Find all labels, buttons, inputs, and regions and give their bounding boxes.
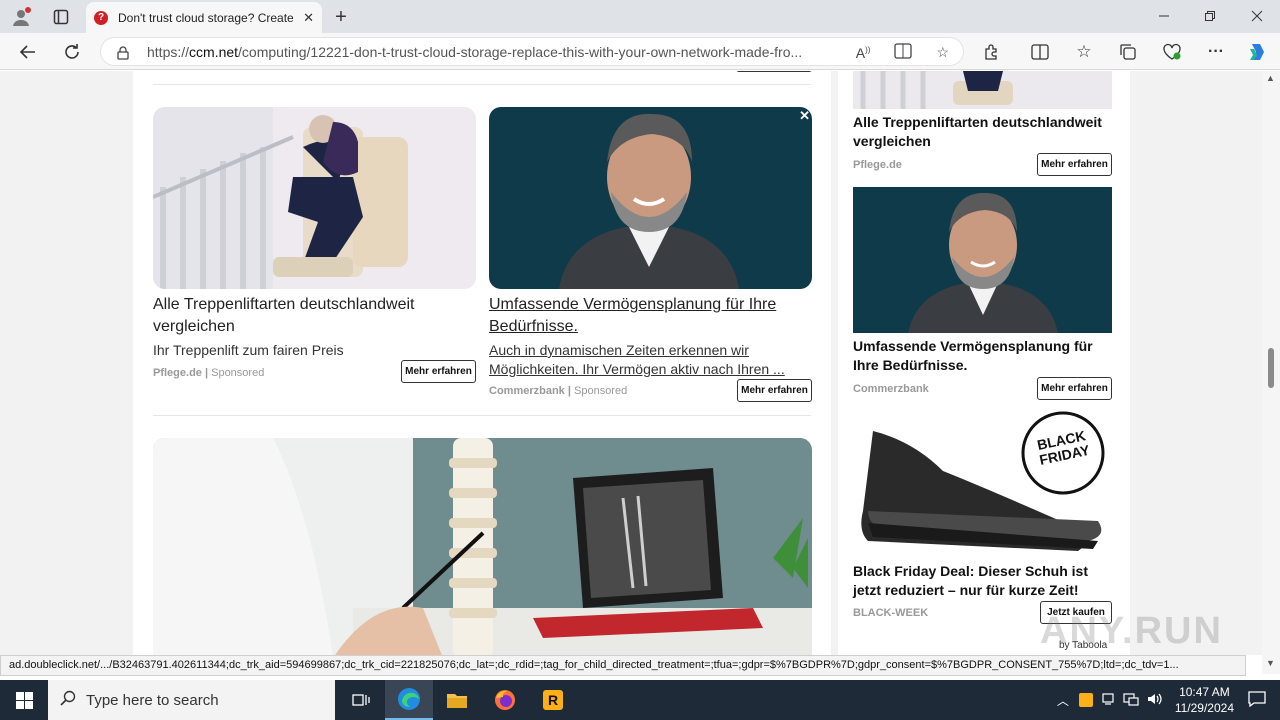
file-explorer-icon[interactable] [433, 680, 481, 720]
sidebar-portrait-image[interactable] [853, 187, 1112, 333]
edge-taskbar-icon[interactable] [385, 680, 433, 720]
sidebar-column: Alle Treppenliftarten deutschlandweit ve… [838, 71, 1130, 655]
minimize-icon[interactable] [1152, 6, 1176, 26]
search-icon [60, 690, 76, 710]
ad-card-spine[interactable] [153, 438, 812, 655]
search-placeholder: Type here to search [86, 691, 219, 709]
copilot-icon[interactable] [1245, 40, 1269, 64]
clock-date: 11/29/2024 [1174, 701, 1234, 715]
device-tray-icon[interactable] [1101, 692, 1115, 709]
ad-card-commerzbank[interactable]: ✕ Umfassende Vermögensplanung für Ihre B… [489, 107, 812, 402]
card1-description[interactable]: Ihr Treppenlift zum fairen Preis [153, 341, 476, 360]
rockstar-tray-icon[interactable] [1078, 693, 1093, 707]
network-icon[interactable] [1123, 692, 1139, 709]
favorites-icon[interactable]: ☆ [1072, 40, 1096, 64]
card2-headline[interactable]: Umfassende Vermögensplanung für Ihre Bed… [489, 294, 812, 338]
address-bar[interactable]: https://ccm.net/computing/12221-don-t-tr… [100, 37, 964, 66]
taskbar-clock[interactable]: 10:47 AM 11/29/2024 [1175, 684, 1234, 716]
task-view-icon[interactable] [337, 680, 385, 720]
notification-icon[interactable] [1248, 690, 1266, 710]
divider [153, 415, 811, 416]
sidebar-shoe-image[interactable]: BLACK FRIDAY [853, 411, 1112, 557]
sidebar-ad1-source: Pflege.de [853, 159, 902, 171]
ad-close-icon[interactable]: ✕ [799, 108, 810, 124]
windows-start-icon[interactable] [0, 680, 48, 720]
ccm-favicon-icon: ? [94, 10, 108, 25]
clock-time: 10:47 AM [1179, 685, 1230, 699]
tab-close-icon[interactable]: ✕ [303, 10, 314, 26]
tab-active[interactable]: ? Don't trust cloud storage? Create ✕ [86, 2, 322, 33]
rockstar-launcher-icon[interactable]: R [529, 680, 577, 720]
spine-doctor-image[interactable] [153, 438, 812, 655]
card1-headline[interactable]: Alle Treppenliftarten deutschlandweit ve… [153, 294, 476, 338]
system-tray: ︿ 10:47 AM 11/29/2024 [1057, 680, 1280, 720]
sidebar-ad1-more-button[interactable]: Mehr erfahren [1037, 153, 1112, 176]
sidebar-ad3-title[interactable]: Black Friday Deal: Dieser Schuh ist jetz… [853, 562, 1112, 600]
refresh-icon[interactable] [60, 40, 84, 64]
back-icon[interactable] [16, 40, 40, 64]
scroll-down-icon[interactable]: ▼ [1266, 658, 1275, 668]
sidebar-ad3-source: BLACK-WEEK [853, 607, 929, 619]
anyrun-watermark: ANY.RUN [1040, 610, 1223, 652]
sidebar-ad2-more-button[interactable]: Mehr erfahren [1037, 377, 1112, 400]
sidebar-ad2-source: Commerzbank [853, 383, 929, 395]
scroll-thumb[interactable] [1268, 348, 1274, 388]
url-text: https://ccm.net/computing/12221-don-t-tr… [147, 43, 803, 60]
new-tab-icon[interactable]: + [330, 6, 352, 28]
tab-actions-icon[interactable] [50, 6, 72, 28]
card2-description[interactable]: Auch in dynamischen Zeiten erkennen wir … [489, 341, 812, 379]
more-options-icon[interactable]: ··· [1204, 40, 1228, 64]
page-viewport: Alle Treppenliftarten deutschlandweit ve… [0, 71, 1262, 655]
extensions-icon[interactable] [980, 40, 1004, 64]
ad-card-stairlift[interactable]: Alle Treppenliftarten deutschlandweit ve… [153, 107, 476, 383]
browser-essentials-icon[interactable] [1160, 40, 1184, 64]
firefox-icon[interactable] [481, 680, 529, 720]
restore-icon[interactable] [1198, 6, 1222, 26]
sidebar-ad2-title[interactable]: Umfassende Vermögensplanung für Ihre Bed… [853, 337, 1112, 375]
tray-overflow-icon[interactable]: ︿ [1057, 692, 1069, 709]
read-aloud-icon[interactable]: A)) [856, 45, 871, 61]
close-window-icon[interactable] [1245, 6, 1269, 26]
immersive-reader-icon[interactable] [894, 43, 913, 62]
tab-title: Don't trust cloud storage? Create [118, 10, 294, 25]
lock-icon[interactable] [117, 45, 129, 60]
windows-taskbar: Type here to search R ︿ 10:47 AM 11/29/2… [0, 680, 1280, 720]
address-toolbar: https://ccm.net/computing/12221-don-t-tr… [0, 33, 1280, 70]
svg-text:R: R [548, 692, 558, 708]
card2-more-button[interactable]: Mehr erfahren [737, 379, 812, 402]
collections-icon[interactable] [1116, 40, 1140, 64]
card1-more-button[interactable]: Mehr erfahren [401, 360, 476, 383]
favorite-star-icon[interactable]: ☆ [936, 44, 949, 61]
taskbar-search-box[interactable]: Type here to search [48, 680, 335, 720]
page-scrollbar[interactable]: ▲ ▼ [1262, 71, 1280, 674]
tab-strip: ? Don't trust cloud storage? Create ✕ + [0, 0, 1280, 33]
previous-ad-button-edge [736, 71, 812, 72]
main-column: Alle Treppenliftarten deutschlandweit ve… [133, 71, 831, 655]
volume-icon[interactable] [1147, 692, 1163, 709]
commerzbank-portrait-image[interactable]: ✕ [489, 107, 812, 289]
link-status-bar: ad.doubleclick.net/.../B32463791.4026113… [0, 655, 1246, 676]
scroll-up-icon[interactable]: ▲ [1266, 73, 1275, 83]
sidebar-stairlift-image[interactable] [853, 71, 1112, 109]
divider [153, 84, 811, 85]
sidebar-ad1-title[interactable]: Alle Treppenliftarten deutschlandweit ve… [853, 113, 1112, 151]
split-screen-icon[interactable] [1028, 40, 1052, 64]
stairlift-image[interactable] [153, 107, 476, 289]
profile-icon[interactable] [10, 6, 32, 28]
